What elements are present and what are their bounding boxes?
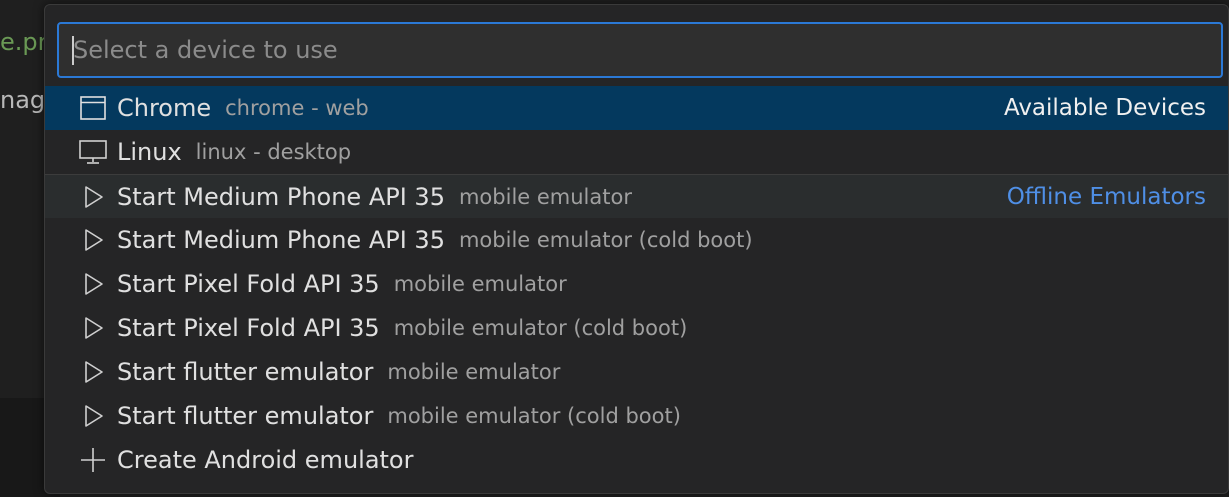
plus-icon — [79, 446, 107, 474]
text-caret — [72, 36, 74, 65]
device-item-label: Start flutter emulator — [117, 402, 374, 430]
device-item-description: mobile emulator (cold boot) — [458, 228, 753, 252]
device-item-description: mobile emulator — [387, 360, 561, 384]
emulator-item-medium-phone-cold-boot[interactable]: Start Medium Phone API 35 mobile emulato… — [45, 218, 1228, 262]
search-box — [57, 22, 1223, 78]
device-item-description: mobile emulator — [458, 184, 632, 209]
device-item-description: chrome - web — [225, 96, 369, 120]
play-icon — [79, 270, 107, 298]
browser-window-icon — [79, 94, 107, 122]
device-item-description: mobile emulator — [393, 272, 567, 296]
group-header-available-devices: Available Devices — [1003, 95, 1206, 121]
monitor-icon — [79, 138, 107, 166]
device-quick-pick: Chrome chrome - web Available Devices Li… — [44, 4, 1229, 494]
device-search-input[interactable] — [59, 24, 1221, 76]
device-item-description: mobile emulator (cold boot) — [393, 316, 688, 340]
play-icon — [79, 358, 107, 386]
create-android-emulator-item[interactable]: Create Android emulator — [45, 438, 1228, 482]
device-item-label: Start Medium Phone API 35 — [117, 182, 445, 211]
play-icon — [79, 226, 107, 254]
play-icon — [79, 314, 107, 342]
emulator-item-flutter-cold-boot[interactable]: Start flutter emulator mobile emulator (… — [45, 394, 1228, 438]
device-item-label: Linux — [117, 138, 182, 166]
device-item-label: Start flutter emulator — [117, 358, 374, 386]
device-item-label: Chrome — [117, 94, 212, 122]
play-icon — [79, 402, 107, 430]
device-list: Chrome chrome - web Available Devices Li… — [45, 86, 1228, 482]
device-item-label: Start Pixel Fold API 35 — [117, 270, 380, 298]
editor-code-text: e.pr — [0, 28, 44, 56]
group-header-offline-emulators: Offline Emulators — [1006, 183, 1206, 210]
device-item-label: Start Pixel Fold API 35 — [117, 314, 380, 342]
emulator-item-flutter[interactable]: Start flutter emulator mobile emulator — [45, 350, 1228, 394]
editor-code-text: nage — [0, 86, 44, 114]
device-item-label: Start Medium Phone API 35 — [117, 226, 445, 254]
device-item-description: mobile emulator (cold boot) — [387, 404, 681, 428]
device-item-linux[interactable]: Linux linux - desktop — [45, 130, 1228, 174]
emulator-item-pixel-fold[interactable]: Start Pixel Fold API 35 mobile emulator — [45, 262, 1228, 306]
device-item-description: linux - desktop — [195, 140, 352, 164]
play-icon — [79, 183, 107, 211]
emulator-item-medium-phone[interactable]: Start Medium Phone API 35 mobile emulato… — [45, 174, 1228, 218]
device-item-label: Create Android emulator — [117, 446, 414, 474]
emulator-item-pixel-fold-cold-boot[interactable]: Start Pixel Fold API 35 mobile emulator … — [45, 306, 1228, 350]
device-item-chrome[interactable]: Chrome chrome - web Available Devices — [45, 86, 1228, 130]
